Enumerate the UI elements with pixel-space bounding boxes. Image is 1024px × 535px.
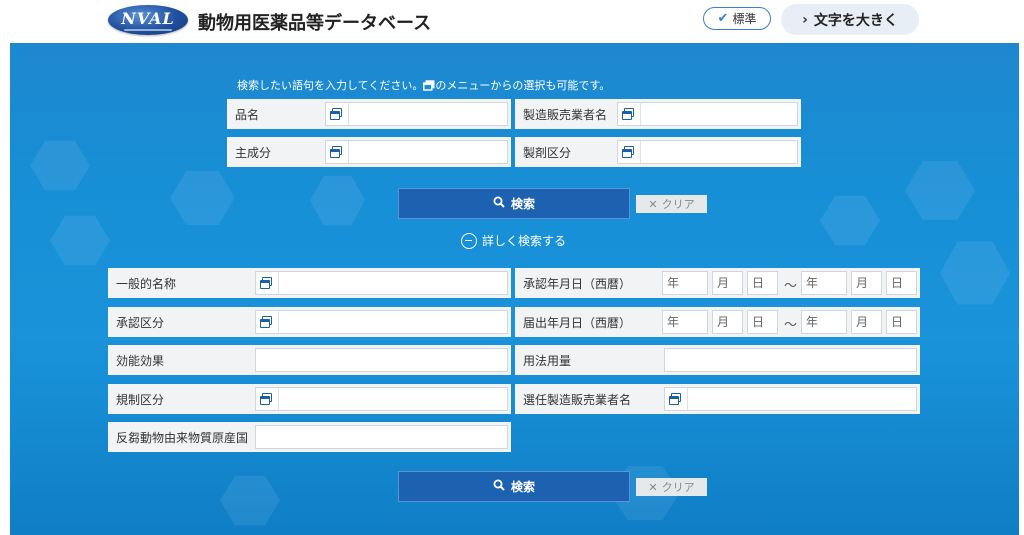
close-icon: ✕	[648, 480, 658, 494]
dosage-form-label: 製剤区分	[523, 145, 572, 160]
approval-date-to-year[interactable]: 年	[801, 271, 847, 295]
advanced-search-toggle[interactable]: 詳しく検索する	[461, 232, 566, 249]
notification-date-to-month[interactable]: 月	[851, 310, 882, 334]
search-button[interactable]: 検索	[398, 188, 630, 219]
hexagon-decoration	[310, 175, 365, 226]
selected-manufacturer-label: 選任製造販売業者名	[523, 392, 632, 407]
notification-date-to-day[interactable]: 日	[886, 310, 917, 334]
efficacy-row: 効能効果	[108, 345, 511, 375]
approval-date-from-month[interactable]: 月	[712, 271, 743, 295]
menu-icon[interactable]	[260, 277, 272, 289]
close-icon: ✕	[648, 197, 658, 211]
ruminant-origin-row: 反芻動物由来物質原産国	[108, 422, 511, 452]
hexagon-decoration	[30, 140, 90, 191]
approval-category-row: 承認区分	[108, 307, 511, 337]
notification-date-label: 届出年月日（西暦）	[523, 315, 632, 330]
chevron-right-icon: ›	[802, 11, 808, 28]
notification-date-from-year[interactable]: 年	[662, 310, 708, 334]
approval-date-to-day[interactable]: 日	[886, 271, 917, 295]
search-panel: 検索したい語句を入力してください。 のメニューからの選択も可能です。 品名 製造販…	[10, 43, 1019, 535]
hexagon-decoration	[905, 161, 975, 220]
selected-manufacturer-row: 選任製造販売業者名	[515, 384, 920, 414]
dosage-form-input[interactable]	[617, 140, 798, 164]
standard-label: 標準	[732, 12, 757, 26]
ruminant-origin-label: 反芻動物由来物質原産国	[116, 430, 249, 445]
menu-icon[interactable]	[622, 108, 634, 120]
search-icon	[493, 479, 505, 494]
dosage-form-row: 製剤区分	[515, 137, 801, 167]
regulatory-category-input[interactable]	[255, 387, 508, 411]
menu-icon[interactable]	[330, 146, 342, 158]
generic-name-input[interactable]	[255, 271, 508, 295]
product-name-input[interactable]	[325, 102, 508, 126]
manufacturer-input[interactable]	[617, 102, 798, 126]
product-name-row: 品名	[227, 99, 511, 129]
dosage-row: 用法用量	[515, 345, 920, 375]
generic-name-row: 一般的名称	[108, 268, 511, 298]
header: NVAL 動物用医薬品等データベース ✔ 標準 › 文字を大きく	[0, 0, 1024, 43]
notification-date-to-year[interactable]: 年	[801, 310, 847, 334]
menu-icon[interactable]	[260, 316, 272, 328]
ruminant-origin-input[interactable]	[255, 425, 508, 449]
hexagon-decoration	[940, 241, 1010, 305]
notification-date-from-month[interactable]: 月	[712, 310, 743, 334]
range-separator: ～	[784, 318, 798, 333]
approval-category-label: 承認区分	[116, 315, 165, 330]
approval-date-from-day[interactable]: 日	[747, 271, 778, 295]
regulatory-category-label: 規制区分	[116, 392, 165, 407]
search-button-bottom[interactable]: 検索	[398, 471, 630, 502]
ingredient-label: 主成分	[235, 145, 272, 160]
font-size-standard-button[interactable]: ✔ 標準	[703, 7, 771, 30]
approval-date-label: 承認年月日（西暦）	[523, 276, 632, 291]
ingredient-input[interactable]	[325, 140, 508, 164]
ingredient-row: 主成分	[227, 137, 511, 167]
dosage-input[interactable]	[664, 348, 917, 372]
font-size-large-button[interactable]: › 文字を大きく	[781, 4, 919, 35]
menu-icon[interactable]	[669, 393, 681, 405]
site-title: 動物用医薬品等データベース	[198, 13, 432, 34]
hexagon-decoration	[170, 171, 235, 225]
efficacy-label: 効能効果	[116, 353, 165, 368]
logo-text: NVAL	[121, 9, 175, 28]
efficacy-input[interactable]	[255, 348, 508, 372]
generic-name-label: 一般的名称	[116, 276, 177, 291]
search-icon	[493, 196, 505, 211]
menu-icon	[423, 80, 435, 94]
dosage-label: 用法用量	[523, 353, 572, 368]
large-label: 文字を大きく	[813, 12, 898, 29]
clear-button[interactable]: ✕ クリア	[636, 195, 707, 213]
nval-logo[interactable]: NVAL	[108, 5, 188, 35]
clear-button-bottom[interactable]: ✕ クリア	[636, 478, 707, 496]
check-icon: ✔	[717, 11, 729, 26]
hexagon-decoration	[50, 215, 110, 266]
collapse-icon	[461, 232, 477, 249]
approval-date-to-month[interactable]: 月	[851, 271, 882, 295]
hexagon-decoration	[220, 475, 280, 526]
hexagon-decoration	[820, 195, 880, 246]
regulatory-category-row: 規制区分	[108, 384, 511, 414]
notification-date-from-day[interactable]: 日	[747, 310, 778, 334]
approval-category-input[interactable]	[255, 310, 508, 334]
menu-icon[interactable]	[260, 393, 272, 405]
manufacturer-row: 製造販売業者名	[515, 99, 801, 129]
manufacturer-label: 製造販売業者名	[523, 107, 608, 122]
approval-date-row: 承認年月日（西暦） 年 月 日 ～ 年 月 日	[515, 268, 920, 298]
approval-date-from-year[interactable]: 年	[662, 271, 708, 295]
range-separator: ～	[784, 279, 798, 294]
product-name-label: 品名	[235, 107, 260, 122]
notification-date-row: 届出年月日（西暦） 年 月 日 ～ 年 月 日	[515, 307, 920, 337]
search-hint: 検索したい語句を入力してください。 のメニューからの選択も可能です。	[237, 79, 611, 94]
selected-manufacturer-input[interactable]	[664, 387, 917, 411]
menu-icon[interactable]	[622, 146, 634, 158]
menu-icon[interactable]	[330, 108, 342, 120]
